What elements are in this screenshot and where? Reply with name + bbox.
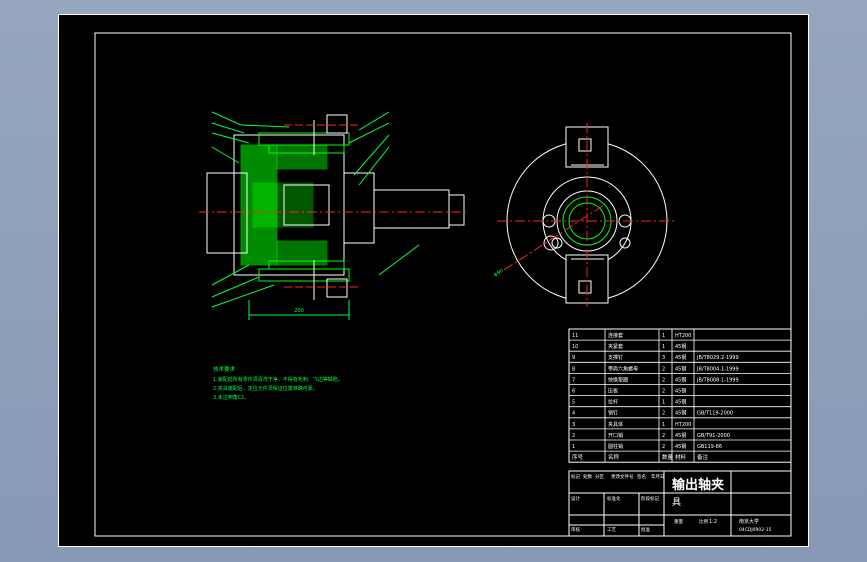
title-block-label: 批准: [641, 526, 650, 533]
bom-cell-qty: 1: [662, 344, 665, 350]
bom-cell-qty: 3: [662, 355, 665, 361]
bom-cell-mat: 45钢: [675, 399, 686, 406]
bom-cell-mat: HT200: [675, 422, 691, 428]
bom-cell-name: 快换垫圈: [608, 376, 628, 383]
bom-cell-no: 2: [572, 433, 575, 439]
bom-cell-mat: 45钢: [675, 354, 686, 361]
title-block-label: 处数: [583, 473, 592, 480]
bom-cell-no: 9: [572, 355, 575, 361]
bom-cell-name: 销钉: [608, 410, 618, 417]
bill-of-materials: 11 连接套 1 HT20010 夹紧套 1 45钢9 支撑钉 3 45钢 JB/T8029.2-1…: [568, 328, 792, 463]
bom-header: 序号: [572, 453, 584, 461]
title-block-label: 重量: [674, 518, 683, 525]
bom-cell-qty: 1: [662, 400, 665, 406]
bom-cell-note: GB/T91-2000: [697, 433, 730, 439]
title-block-label: 比例: [699, 518, 708, 525]
bom-cell-qty: 1: [662, 422, 665, 428]
title-block-label: 分区: [595, 473, 604, 480]
bom-cell-note: JB/T8029.2-1999: [696, 355, 739, 361]
bom-cell-mat: 45钢: [675, 443, 686, 450]
bom-cell-qty: 2: [662, 377, 665, 383]
bom-cell-qty: 2: [662, 444, 665, 450]
cad-viewport: 200 Φ90 技术要求 1.装配前所有零件须清洗干净，不得有毛刺、飞边等缺陷。…: [0, 0, 867, 562]
bom-cell-name: 圆柱销: [608, 443, 623, 450]
bom-header: 备注: [697, 453, 709, 461]
bom-cell-qty: 2: [662, 389, 665, 395]
title-block-label: 标记: [571, 473, 580, 480]
bom-header: 材料: [675, 453, 687, 461]
bom-cell-mat: 45钢: [675, 388, 686, 395]
drawing-sheet: 200 Φ90 技术要求 1.装配前所有零件须清洗干净，不得有毛刺、飞边等缺陷。…: [58, 14, 809, 547]
section-view: 200: [199, 111, 469, 320]
bom-cell-mat: 45钢: [675, 432, 686, 439]
bom-cell-qty: 1: [662, 333, 665, 339]
title-block-label: 更改文件号: [611, 473, 634, 480]
drawing-title: 输出轴夹: [672, 477, 724, 493]
dimension-overall-width: 200: [294, 308, 304, 314]
bom-cell-no: 8: [572, 366, 575, 372]
bom-cell-no: 5: [572, 400, 575, 406]
bom-cell-name: 压板: [608, 388, 618, 395]
bom-cell-no: 11: [572, 333, 578, 339]
dimension-diameter: Φ90: [493, 268, 505, 279]
title-block-label: 年月日: [651, 473, 665, 480]
bom-cell-qty: 2: [662, 411, 665, 417]
title-block-label: 标准化: [607, 495, 621, 502]
end-view: [497, 123, 677, 307]
bom-cell-note: GB/T119-2000: [697, 411, 733, 417]
drawing-scale: 1:2: [709, 519, 717, 525]
bom-cell-mat: 45钢: [675, 410, 686, 417]
drawing-title-sub: 具: [672, 497, 681, 508]
bom-cell-mat: HT200: [675, 333, 691, 339]
bom-cell-mat: 45钢: [675, 376, 686, 383]
technical-notes: 技术要求 1.装配前所有零件须清洗干净，不得有毛刺、飞边等缺陷。 2.夹具装配后…: [213, 365, 343, 401]
inner-border: [94, 32, 792, 537]
bom-cell-name: 夹紧套: [608, 343, 623, 350]
title-block: 输出轴夹 具 1:2 南京大学 04CDJ0902-15 标记 处数 分区 更改文件号…: [568, 470, 792, 537]
bom-cell-name: 夹具体: [608, 421, 623, 428]
school-name: 南京大学: [739, 518, 759, 525]
bom-cell-qty: 2: [662, 366, 665, 372]
bom-cell-mat: 45钢: [675, 343, 686, 350]
bom-cell-name: 带肩六角螺母: [608, 365, 638, 372]
bom-cell-note: JB/T8004.1-1999: [696, 366, 739, 372]
title-block-label: 设计: [571, 495, 580, 502]
bom-cell-name: 支撑钉: [608, 354, 623, 361]
bom-cell-mat: 45钢: [675, 365, 686, 372]
bom-cell-name: 开口销: [608, 432, 623, 439]
bom-cell-name: 拉杆: [608, 399, 618, 406]
bom-cell-no: 3: [572, 422, 575, 428]
title-block-label: 签名: [637, 473, 646, 480]
bom-cell-no: 1: [572, 444, 575, 450]
bom-cell-name: 连接套: [608, 332, 623, 339]
bom-cell-no: 4: [572, 411, 575, 417]
bom-cell-no: 6: [572, 389, 575, 395]
title-block-label: 阶段标记: [641, 495, 659, 502]
title-block-label: 工艺: [607, 527, 616, 533]
bom-cell-no: 7: [572, 377, 575, 383]
note-line: 3.未注倒角C1。: [213, 394, 249, 401]
title-block-label: 审核: [571, 526, 580, 533]
note-line: 2.夹具装配后，定位元件须保证位置准确可靠。: [213, 385, 318, 392]
bom-cell-no: 10: [572, 344, 578, 350]
bom-cell-qty: 2: [662, 433, 665, 439]
bom-cell-note: GB119-86: [697, 444, 722, 450]
bom-header: 名称: [608, 453, 620, 461]
drawing-number: 04CDJ0902-15: [739, 527, 772, 533]
note-line: 1.装配前所有零件须清洗干净，不得有毛刺、飞边等缺陷。: [213, 376, 343, 383]
notes-heading: 技术要求: [213, 365, 236, 373]
assembly-drawing: 200 Φ90 技术要求 1.装配前所有零件须清洗干净，不得有毛刺、飞边等缺陷。…: [94, 32, 792, 537]
bom-header: 数量: [662, 453, 674, 461]
bom-cell-note: JB/T8008.1-1999: [696, 377, 739, 383]
